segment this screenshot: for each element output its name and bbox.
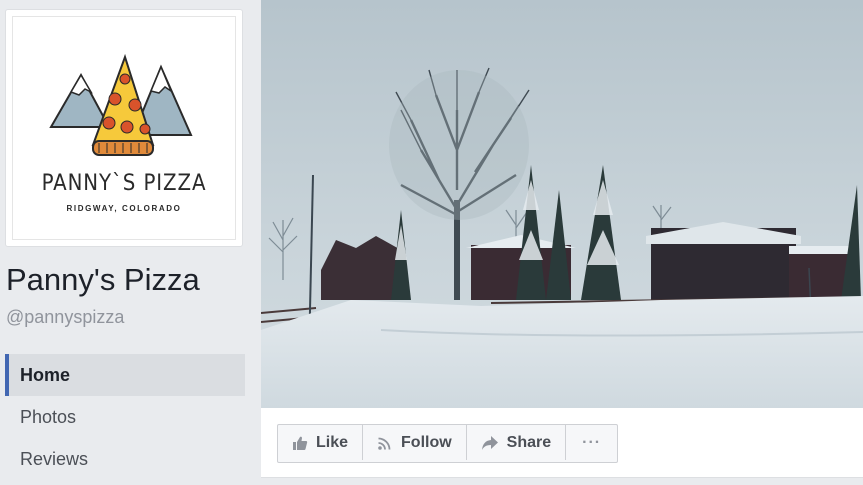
share-label: Share: [506, 433, 552, 451]
cover-photo[interactable]: [261, 0, 863, 408]
share-arrow-icon: [481, 435, 498, 450]
left-sidebar: PANNY`S PIZZA RIDGWAY, COLORADO Panny's …: [0, 0, 261, 485]
follow-label: Follow: [401, 433, 452, 451]
logo-location: RIDGWAY, COLORADO: [66, 204, 182, 213]
page-nav: Home Photos Reviews: [5, 354, 245, 480]
profile-picture[interactable]: PANNY`S PIZZA RIDGWAY, COLORADO: [12, 16, 236, 240]
nav-item-home[interactable]: Home: [5, 354, 245, 396]
like-button[interactable]: Like: [278, 425, 364, 460]
cover-photo-image: [261, 0, 863, 408]
logo-wordmark: PANNY`S PIZZA: [41, 171, 207, 196]
page-title[interactable]: Panny's Pizza: [6, 262, 200, 298]
profile-picture-card[interactable]: PANNY`S PIZZA RIDGWAY, COLORADO: [5, 9, 243, 247]
follow-button[interactable]: Follow: [363, 425, 467, 460]
nav-item-photos[interactable]: Photos: [5, 396, 245, 438]
more-options-button[interactable]: ···: [566, 425, 617, 460]
more-dots-icon: ···: [582, 433, 602, 451]
page-username[interactable]: @pannyspizza: [6, 307, 124, 328]
nav-item-reviews[interactable]: Reviews: [5, 438, 245, 480]
rss-icon: [378, 437, 391, 450]
thumbs-up-icon: [293, 436, 308, 450]
action-button-group: Like Follow Share ···: [277, 424, 619, 463]
share-button[interactable]: Share: [467, 425, 567, 460]
like-label: Like: [316, 433, 349, 451]
page-action-bar: Like Follow Share ···: [261, 408, 863, 478]
